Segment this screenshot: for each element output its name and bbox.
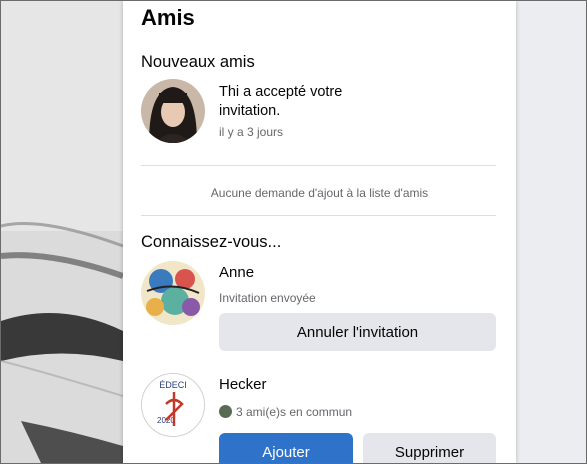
avatar-hecker[interactable]: ÉDECI 2020	[141, 373, 205, 437]
avatar-thi[interactable]	[141, 79, 205, 143]
suggestion-name[interactable]: Hecker	[219, 376, 267, 393]
new-friends-heading: Nouveaux amis	[141, 53, 255, 71]
mutual-friends-icon	[219, 405, 232, 418]
new-friend-message: Thi a accepté votre invitation.	[219, 84, 343, 119]
mutual-friends-text: 3 ami(e)s en commun	[236, 405, 353, 419]
background-photo	[1, 1, 123, 463]
friends-panel: Amis Nouveaux amis Thi a accepté votre i…	[123, 1, 516, 463]
avatar-anne-image	[141, 261, 205, 325]
add-friend-button[interactable]: Ajouter	[219, 433, 353, 463]
logo-year-text: 2020	[157, 416, 175, 425]
no-friend-requests-text: Aucune demande d'ajout à la liste d'amis	[210, 186, 429, 200]
background-photo-left	[1, 1, 123, 463]
suggestion-name[interactable]: Anne	[219, 264, 254, 281]
suggestion-status: Invitation envoyée	[219, 291, 316, 305]
avatar-thi-image	[141, 79, 205, 143]
avatar-anne[interactable]	[141, 261, 205, 325]
avatar-hecker-logo: ÉDECI 2020	[142, 374, 204, 436]
new-friend-time: il y a 3 jours	[219, 125, 284, 139]
divider	[141, 165, 496, 166]
background-right	[516, 1, 586, 463]
divider	[141, 215, 496, 216]
suggestions-heading: Connaissez-vous...	[141, 233, 282, 251]
cancel-invitation-button[interactable]: Annuler l'invitation	[219, 313, 496, 351]
panel-title: Amis	[141, 5, 195, 30]
screenshot-frame: Amis Nouveaux amis Thi a accepté votre i…	[0, 0, 587, 464]
logo-top-text: ÉDECI	[159, 380, 187, 390]
remove-suggestion-button[interactable]: Supprimer	[363, 433, 496, 463]
